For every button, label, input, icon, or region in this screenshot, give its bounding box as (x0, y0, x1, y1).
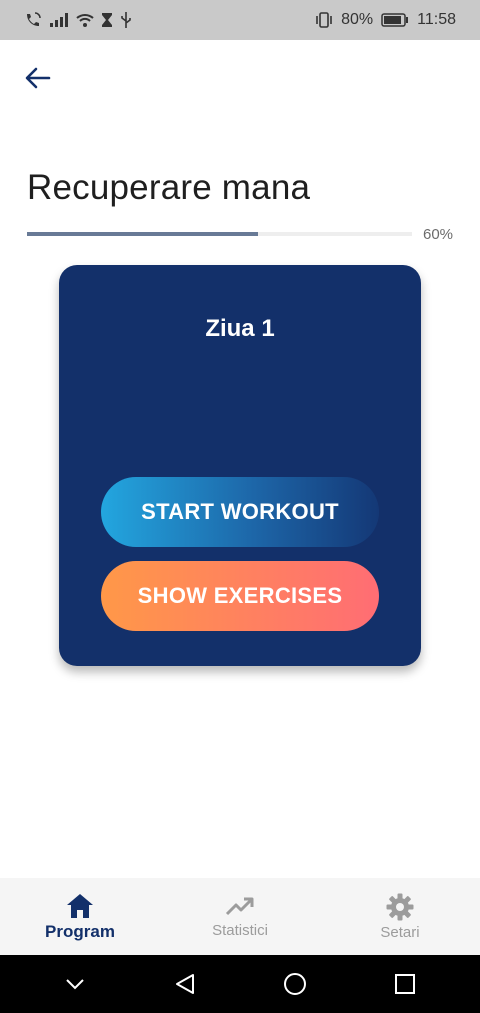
day-title: Ziua 1 (205, 315, 275, 342)
usb-icon (120, 12, 132, 28)
show-exercises-button[interactable]: SHOW EXERCISES (101, 561, 379, 631)
home-circle-icon (284, 973, 306, 995)
system-back-button[interactable] (165, 964, 205, 1004)
system-home-button[interactable] (275, 964, 315, 1004)
home-icon (67, 894, 93, 918)
page-title: Recuperare mana (27, 168, 311, 207)
status-bar-right: 80% 11:58 (315, 11, 456, 29)
nav-label-statistici: Statistici (212, 922, 268, 939)
wifi-icon (76, 13, 94, 27)
phone-wifi-icon (24, 12, 42, 28)
nav-item-setari[interactable]: Setari (320, 878, 480, 955)
recents-square-icon (395, 974, 415, 994)
progress-label: 60% (423, 226, 454, 243)
battery-icon (381, 13, 409, 27)
progress-bar (27, 232, 412, 236)
back-button[interactable] (22, 62, 54, 94)
nav-item-statistici[interactable]: Statistici (160, 878, 320, 955)
nav-label-setari: Setari (380, 924, 420, 941)
chevron-down-icon (66, 979, 84, 990)
battery-percent: 80% (341, 11, 374, 28)
nav-item-program[interactable]: Program (0, 878, 160, 955)
back-triangle-icon (176, 974, 194, 994)
chevron-down-button[interactable] (55, 964, 95, 1004)
gear-icon (386, 893, 414, 921)
hourglass-icon (102, 13, 112, 27)
trending-up-icon (225, 897, 254, 916)
system-navigation-bar (0, 955, 480, 1013)
status-bar: 80% 11:58 (0, 0, 480, 40)
system-recents-button[interactable] (385, 964, 425, 1004)
signal-icon (50, 13, 68, 27)
start-workout-button[interactable]: START WORKOUT (101, 477, 379, 547)
vibrate-icon (315, 12, 333, 28)
arrow-left-icon (25, 67, 51, 89)
status-bar-left (24, 12, 132, 28)
workout-card: Ziua 1 START WORKOUT SHOW EXERCISES (59, 265, 421, 666)
progress-fill (27, 232, 258, 236)
bottom-navigation: Program Statistici Setari (0, 878, 480, 955)
nav-label-program: Program (45, 922, 115, 941)
clock: 11:58 (417, 11, 456, 28)
